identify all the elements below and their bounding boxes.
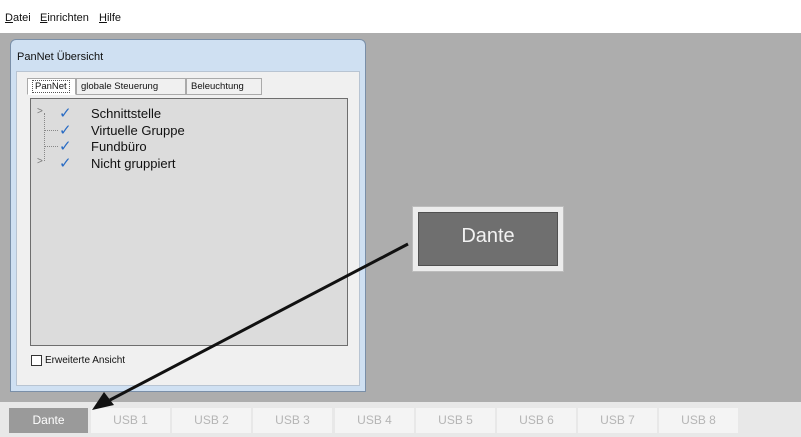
tab-usb-8[interactable]: USB 8 [659,408,738,433]
dante-button[interactable]: Dante [412,206,564,272]
tree-item-label: Nicht gruppiert [91,156,176,171]
tab-usb-7[interactable]: USB 7 [578,408,657,433]
tree-item-label: Schnittstelle [91,106,162,121]
menu-hilfe[interactable]: Hilfe [99,12,121,24]
dante-button-face: Dante [418,212,558,266]
tab-usb-2[interactable]: USB 2 [172,408,251,433]
checkbox-box[interactable] [31,355,42,366]
check-icon: ✓ [59,138,72,155]
tab-usb-1[interactable]: USB 1 [91,408,170,433]
checkbox-label: Erweiterte Ansicht [45,355,126,366]
tab-usb-3[interactable]: USB 3 [253,408,332,433]
check-icon: ✓ [59,155,72,172]
tree-item-label: Fundbüro [91,139,147,154]
tree-connector [45,130,58,131]
tree-item-label: Virtuelle Gruppe [91,123,185,138]
check-icon: ✓ [59,105,72,122]
tab-globale-steuerung[interactable]: globale Steuerung [76,78,186,95]
chevron-right-icon[interactable]: > [37,106,43,117]
tab-beleuchtung[interactable]: Beleuchtung [186,78,262,95]
pannet-tree[interactable]: > ✓ Schnittstelle ✓ Virtuelle Gruppe ✓ F… [30,98,348,346]
menu-bar: Datei Einrichten Hilfe [0,0,801,33]
menu-datei[interactable]: Datei [5,12,31,24]
tab-usb-4[interactable]: USB 4 [335,408,414,433]
window-title: PanNet Übersicht [17,51,104,63]
chevron-right-icon[interactable]: > [37,156,43,167]
tab-pannet[interactable]: PanNet [27,78,76,95]
tab-usb-6[interactable]: USB 6 [497,408,576,433]
tab-usb-5[interactable]: USB 5 [416,408,495,433]
tree-connector [45,146,58,147]
dante-button-label: Dante [461,225,515,247]
tree-connector [44,113,45,161]
tab-dante[interactable]: Dante [9,408,88,433]
device-tab-strip: Dante USB 1 USB 2 USB 3 USB 4 USB 5 USB … [0,402,801,437]
menu-einrichten[interactable]: Einrichten [40,12,89,24]
